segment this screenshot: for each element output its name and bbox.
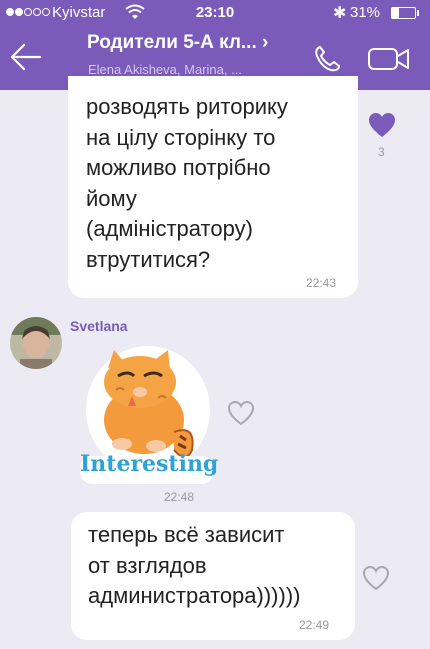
sticker-caption: Interesting (80, 451, 219, 477)
message-line: йому (86, 185, 137, 211)
heart-outline-icon[interactable] (361, 564, 391, 592)
sender-name: Svetlana (70, 318, 128, 334)
battery-percent: 31% (350, 4, 381, 21)
message-time: 22:48 (164, 490, 195, 504)
message-line: втрутитися? (86, 246, 211, 272)
phone-icon[interactable] (312, 44, 342, 74)
message-line: розводять риторику (86, 94, 288, 119)
message-bubble[interactable]: теперь всё зависит от взглядов администр… (71, 512, 355, 640)
battery-level (392, 8, 400, 18)
video-camera-icon[interactable] (367, 45, 411, 73)
message-line: на цілу сторінку то (86, 124, 276, 150)
chat-title[interactable]: Родители 5-А кл... › (87, 32, 268, 54)
message-bubble[interactable]: розводять риторику на цілу сторінку то м… (68, 76, 358, 298)
avatar[interactable] (10, 317, 62, 369)
battery-tip (417, 10, 419, 16)
status-bar: Kyivstar 23:10 ✱ 31% (0, 0, 430, 26)
message-time: 22:43 (306, 276, 337, 290)
like-count: 3 (378, 145, 385, 159)
message-line: (адміністратору) (86, 216, 253, 241)
message-line: можливо потрібно (86, 155, 271, 180)
message-text: розводять риторику на цілу сторінку то м… (86, 92, 288, 275)
heart-icon[interactable] (367, 111, 397, 139)
message-time: 22:49 (299, 618, 330, 632)
message-line: теперь всё зависит (88, 522, 285, 547)
back-arrow-icon[interactable] (8, 42, 44, 72)
message-line: от взглядов (88, 552, 207, 578)
bluetooth-icon: ✱ (333, 5, 347, 22)
message-line: администратора)))))) (88, 583, 301, 608)
message-text: теперь всё зависит от взглядов администр… (88, 520, 300, 612)
battery-icon (391, 7, 416, 19)
chat-participants[interactable]: Elena Akisheva, Marina, ... (88, 62, 242, 77)
heart-outline-icon[interactable] (226, 399, 256, 427)
